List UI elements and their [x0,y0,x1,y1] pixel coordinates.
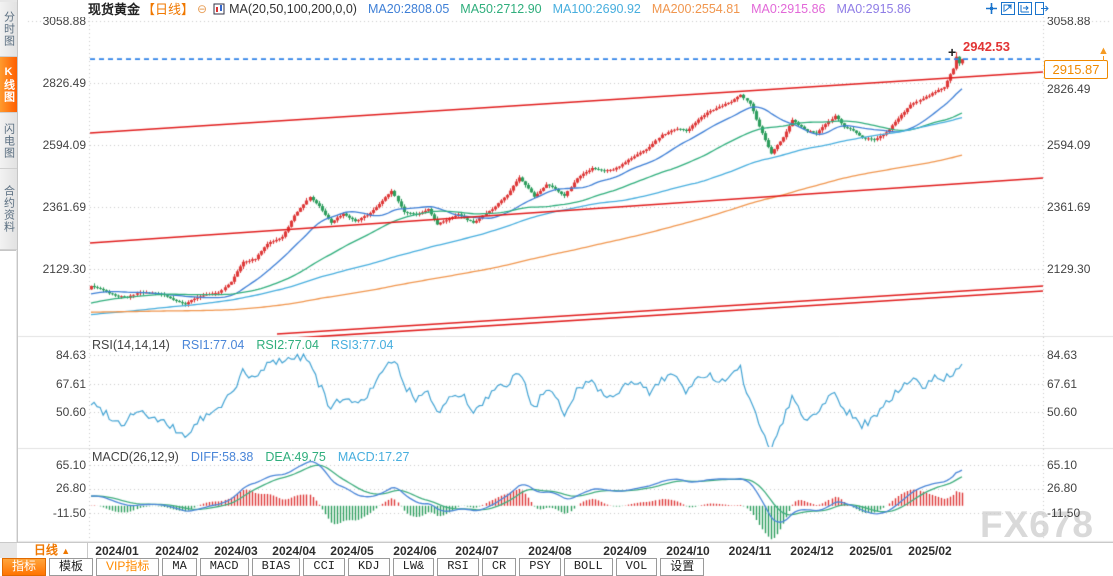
candlestick-icon [213,3,225,15]
toolbar-tab-boll[interactable]: BOLL [564,558,613,576]
rsi-axis-left-1: 67.61 [28,377,86,391]
symbol-title: 现货黄金 [88,0,140,18]
toolbar-tab-ma[interactable]: MA [162,558,196,576]
toolbar-tab-indicators[interactable]: 指标 [2,558,46,576]
date-label: 2024/08 [528,544,571,558]
price-pin-icon: ▲ [1098,46,1109,61]
toolbar-tab-psy[interactable]: PSY [519,558,561,576]
date-label: 2024/05 [330,544,373,558]
date-label: 2024/12 [790,544,833,558]
axis-pan-icon[interactable] [1018,2,1032,15]
macd-axis-left-0: 65.10 [28,458,86,472]
axis-zoom-icon[interactable] [1001,2,1015,15]
indicator-toolbar: 指标 模板 VIP指标 MA MACD BIAS CCI KDJ LW& RSI… [0,558,1113,576]
macd-title: MACD(26,12,9) [92,450,179,464]
rsi-pane-header: RSI(14,14,14) RSI1:77.04 RSI2:77.04 RSI3… [92,338,393,352]
sidebar-tab-timeshare[interactable]: 分时图 [0,2,17,57]
diff-value: DIFF:58.38 [191,450,254,464]
price-axis-left-4: 2129.30 [28,262,86,276]
rsi2-value: RSI2:77.04 [256,338,319,352]
sidebar-empty-panel [0,250,16,543]
price-axis-right-1: 2826.49 [1047,82,1109,96]
price-axis-right-3: 2361.69 [1047,200,1109,214]
exit-icon[interactable] [1035,2,1049,15]
rsi-axis-left-0: 84.63 [28,348,86,362]
chart-header: 现货黄金 【日线】 ⊖ MA(20,50,100,200,0,0) MA20:2… [0,0,1113,17]
price-axis-right-4: 2129.30 [1047,262,1109,276]
toolbar-tab-bias[interactable]: BIAS [252,558,301,576]
macd-axis-right-2: -11.50 [1047,506,1109,520]
price-chart-canvas[interactable] [0,0,1113,576]
date-label: 2024/10 [666,544,709,558]
price-axis-left-1: 2826.49 [28,76,86,90]
toolbar-tab-rsi[interactable]: RSI [437,558,479,576]
toolbar-tab-vip-indicators[interactable]: VIP指标 [96,558,159,576]
ma50-value: MA50:2712.90 [460,2,541,16]
rsi3-value: RSI3:77.04 [331,338,394,352]
macd-axis-right-0: 65.10 [1047,458,1109,472]
ma20-value: MA20:2808.05 [368,2,449,16]
ma100-value: MA100:2690.92 [553,2,641,16]
date-axis-row: 日线 ▲ 2024/01 2024/02 2024/03 2024/04 202… [0,542,1113,559]
collapse-circle-icon[interactable]: ⊖ [197,2,207,16]
date-label: 2024/09 [603,544,646,558]
sidebar-tab-contract-info[interactable]: 合约资料 [0,169,17,250]
date-label: 2024/04 [272,544,315,558]
sidebar-tab-kline[interactable]: K线图 [0,57,17,113]
left-tab-sidebar: 分时图 K线图 闪电图 合约资料 [0,0,18,542]
macd-axis-left-1: 26.80 [28,481,86,495]
date-label: 2024/11 [729,544,772,558]
price-axis-left-3: 2361.69 [28,200,86,214]
toolbar-tab-settings[interactable]: 设置 [660,558,704,576]
rsi-axis-right-2: 50.60 [1047,405,1109,419]
crosshair-icon[interactable] [984,2,998,15]
rsi-title: RSI(14,14,14) [92,338,170,352]
date-label: 2024/03 [214,544,257,558]
date-label: 2024/01 [95,544,138,558]
ma0-value-2: MA0:2915.86 [836,2,910,16]
toolbar-tab-vol[interactable]: VOL [616,558,658,576]
chart-toolbuttons [984,2,1049,15]
date-label: 2024/06 [393,544,436,558]
ma200-value: MA200:2554.81 [652,2,740,16]
toolbar-tab-kdj[interactable]: KDJ [348,558,390,576]
toolbar-tab-templates[interactable]: 模板 [49,558,93,576]
rsi-axis-left-2: 50.60 [28,405,86,419]
sidebar-tab-lightning[interactable]: 闪电图 [0,113,17,169]
toolbar-tab-lwr[interactable]: LW& [393,558,435,576]
macd-pane-header: MACD(26,12,9) DIFF:58.38 DEA:49.75 MACD:… [92,450,409,464]
toolbar-tab-cr[interactable]: CR [482,558,516,576]
chevron-up-icon: ▲ [61,546,70,556]
toolbar-tab-cci[interactable]: CCI [303,558,345,576]
ma-settings-label: MA(20,50,100,200,0,0) [229,2,357,16]
period-tag: 【日线】 [142,0,194,18]
macd-axis-right-1: 26.80 [1047,481,1109,495]
toolbar-tab-macd[interactable]: MACD [200,558,249,576]
dea-value: DEA:49.75 [265,450,325,464]
macd-axis-left-2: -11.50 [28,506,86,520]
date-label: 2025/01 [849,544,892,558]
ma0-value-1: MA0:2915.86 [751,2,825,16]
price-axis-left-2: 2594.09 [28,138,86,152]
rsi-axis-right-1: 67.61 [1047,377,1109,391]
high-price-label: 2942.53 [963,39,1010,54]
rsi-axis-right-0: 84.63 [1047,348,1109,362]
price-axis-right-2: 2594.09 [1047,138,1109,152]
current-price-box: 2915.87 [1044,60,1108,79]
macd-value: MACD:17.27 [338,450,410,464]
date-label: 2025/02 [908,544,951,558]
date-label: 2024/02 [155,544,198,558]
rsi1-value: RSI1:77.04 [182,338,245,352]
date-label: 2024/07 [455,544,498,558]
date-row-corner [0,543,18,559]
trading-app-window: FX678 现货黄金 【日线】 ⊖ MA(20,50,100,200,0,0) … [0,0,1113,576]
high-cross-marker: + [948,44,956,60]
period-selector[interactable]: 日线 ▲ [17,543,88,558]
